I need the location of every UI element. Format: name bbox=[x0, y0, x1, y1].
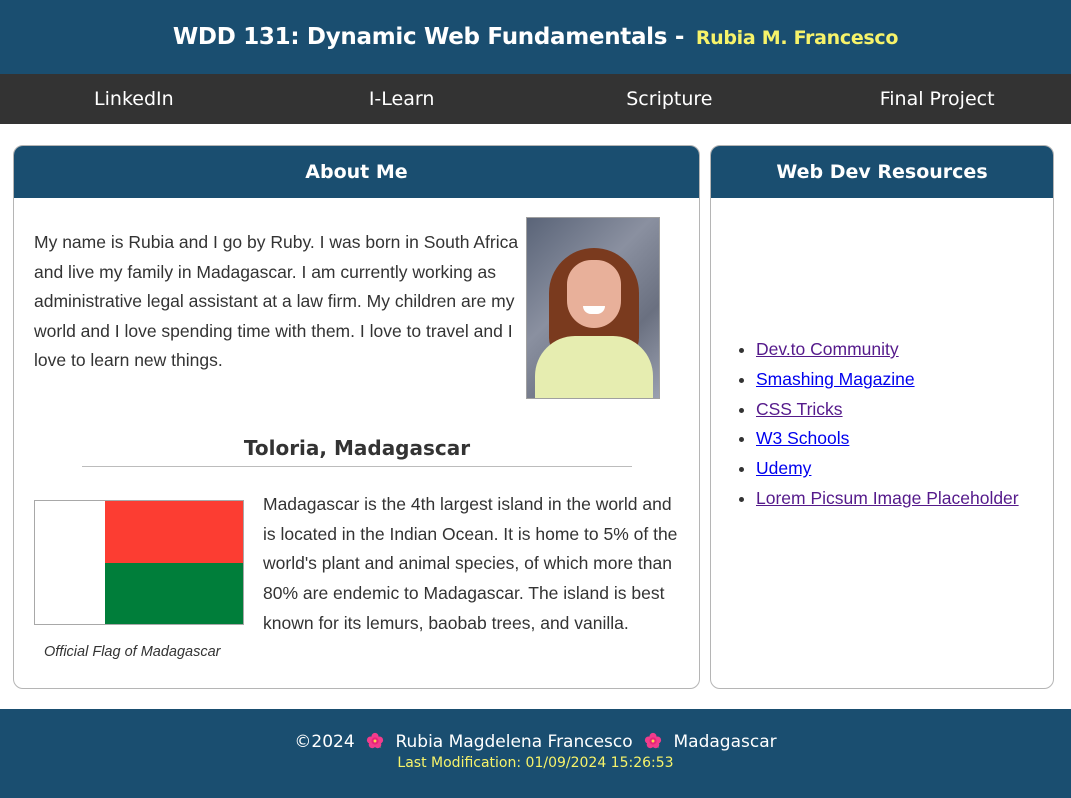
list-item: CSS Tricks bbox=[756, 395, 1019, 425]
bio-text: My name is Rubia and I go by Ruby. I was… bbox=[34, 232, 519, 370]
web-dev-resources-card: Web Dev Resources Dev.to Community Smash… bbox=[710, 145, 1054, 689]
flag-caption: Official Flag of Madagascar bbox=[44, 644, 221, 660]
nav-link-final-project[interactable]: Final Project bbox=[803, 74, 1071, 124]
footer-author-name: Rubia Magdelena Francesco bbox=[395, 732, 633, 752]
site-footer: ©2024 Rubia Magdelena Francesco Madagasc… bbox=[0, 709, 1071, 798]
nav-link-linkedin[interactable]: LinkedIn bbox=[0, 74, 268, 124]
madagascar-flag-image bbox=[34, 500, 244, 625]
list-item: Lorem Picsum Image Placeholder bbox=[756, 484, 1019, 514]
footer-country: Madagascar bbox=[673, 732, 777, 752]
last-modification: Last Modification: 01/09/2024 15:26:53 bbox=[397, 755, 674, 771]
nav-link-i-learn[interactable]: I-Learn bbox=[268, 74, 536, 124]
portrait-shirt bbox=[535, 336, 653, 398]
about-me-card: About Me My name is Rubia and I go by Ru… bbox=[13, 145, 700, 689]
list-item: W3 Schools bbox=[756, 424, 1019, 454]
portrait-image bbox=[526, 217, 660, 399]
footer-copyright-line: ©2024 Rubia Magdelena Francesco Madagasc… bbox=[294, 732, 776, 752]
hibiscus-icon bbox=[644, 732, 662, 749]
city-heading: Toloria, Madagascar bbox=[82, 436, 632, 467]
about-me-heading: About Me bbox=[14, 146, 699, 198]
link-w3-schools[interactable]: W3 Schools bbox=[756, 428, 849, 448]
link-udemy[interactable]: Udemy bbox=[756, 458, 811, 478]
madagascar-description: Madagascar is the 4th largest island in … bbox=[263, 494, 678, 633]
list-item: Dev.to Community bbox=[756, 335, 1019, 365]
link-smashing-magazine[interactable]: Smashing Magazine bbox=[756, 369, 915, 389]
portrait-face bbox=[567, 260, 621, 328]
page-title: WDD 131: Dynamic Web Fundamentals - Rubi… bbox=[172, 24, 899, 50]
hibiscus-icon bbox=[366, 732, 384, 749]
link-lorem-picsum[interactable]: Lorem Picsum Image Placeholder bbox=[756, 488, 1019, 508]
list-item: Smashing Magazine bbox=[756, 365, 1019, 395]
link-css-tricks[interactable]: CSS Tricks bbox=[756, 399, 843, 419]
author-name: Rubia M. Francesco bbox=[695, 27, 899, 49]
list-item: Udemy bbox=[756, 454, 1019, 484]
nav-link-scripture[interactable]: Scripture bbox=[536, 74, 804, 124]
flag-right-bands bbox=[105, 501, 243, 624]
resource-links-list: Dev.to Community Smashing Magazine CSS T… bbox=[756, 335, 1019, 514]
link-dev-to-community[interactable]: Dev.to Community bbox=[756, 339, 899, 359]
site-header: WDD 131: Dynamic Web Fundamentals - Rubi… bbox=[0, 0, 1071, 74]
flag-red-band bbox=[105, 501, 243, 563]
flag-white-band bbox=[35, 501, 105, 624]
main-nav: LinkedIn I-Learn Scripture Final Project bbox=[0, 74, 1071, 124]
copyright-year: ©2024 bbox=[294, 732, 355, 752]
flag-green-band bbox=[105, 562, 243, 624]
course-title: WDD 131: Dynamic Web Fundamentals - bbox=[172, 24, 685, 50]
resources-heading: Web Dev Resources bbox=[711, 146, 1053, 198]
